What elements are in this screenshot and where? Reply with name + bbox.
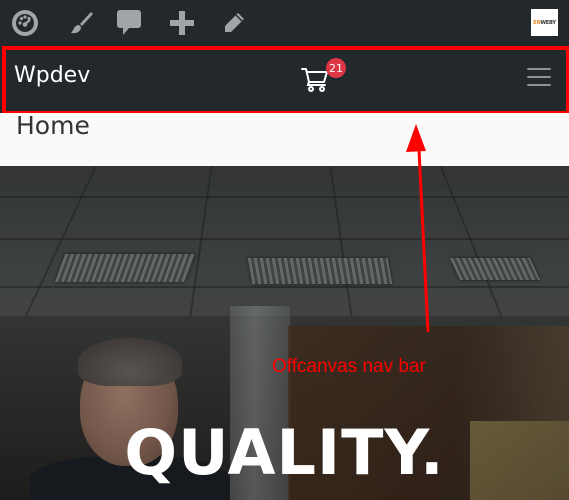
- dashboard-icon[interactable]: [10, 8, 40, 38]
- hero-headline: QUALITY.: [124, 416, 445, 489]
- offcanvas-navbar: Wpdev: [0, 46, 569, 112]
- site-brand[interactable]: Wpdev: [14, 63, 90, 88]
- avatar-text-accent: EN: [533, 19, 541, 26]
- comments-icon[interactable]: [114, 8, 144, 38]
- edit-pencil-icon[interactable]: [219, 8, 249, 38]
- annotation-label: Offcanvas nav bar: [272, 356, 426, 377]
- cart-icon[interactable]: [301, 66, 329, 92]
- page-title: Home: [16, 111, 90, 140]
- new-content-plus-icon[interactable]: [167, 8, 197, 38]
- wp-admin-bar: EN WEBY: [0, 0, 569, 46]
- cart-count-badge: 21: [326, 58, 346, 78]
- customize-brush-icon[interactable]: [66, 8, 96, 38]
- hamburger-menu-icon[interactable]: [527, 66, 552, 88]
- avatar-text: WEBY: [540, 19, 556, 26]
- hero-banner: QUALITY.: [0, 166, 569, 500]
- user-avatar[interactable]: EN WEBY: [531, 9, 558, 36]
